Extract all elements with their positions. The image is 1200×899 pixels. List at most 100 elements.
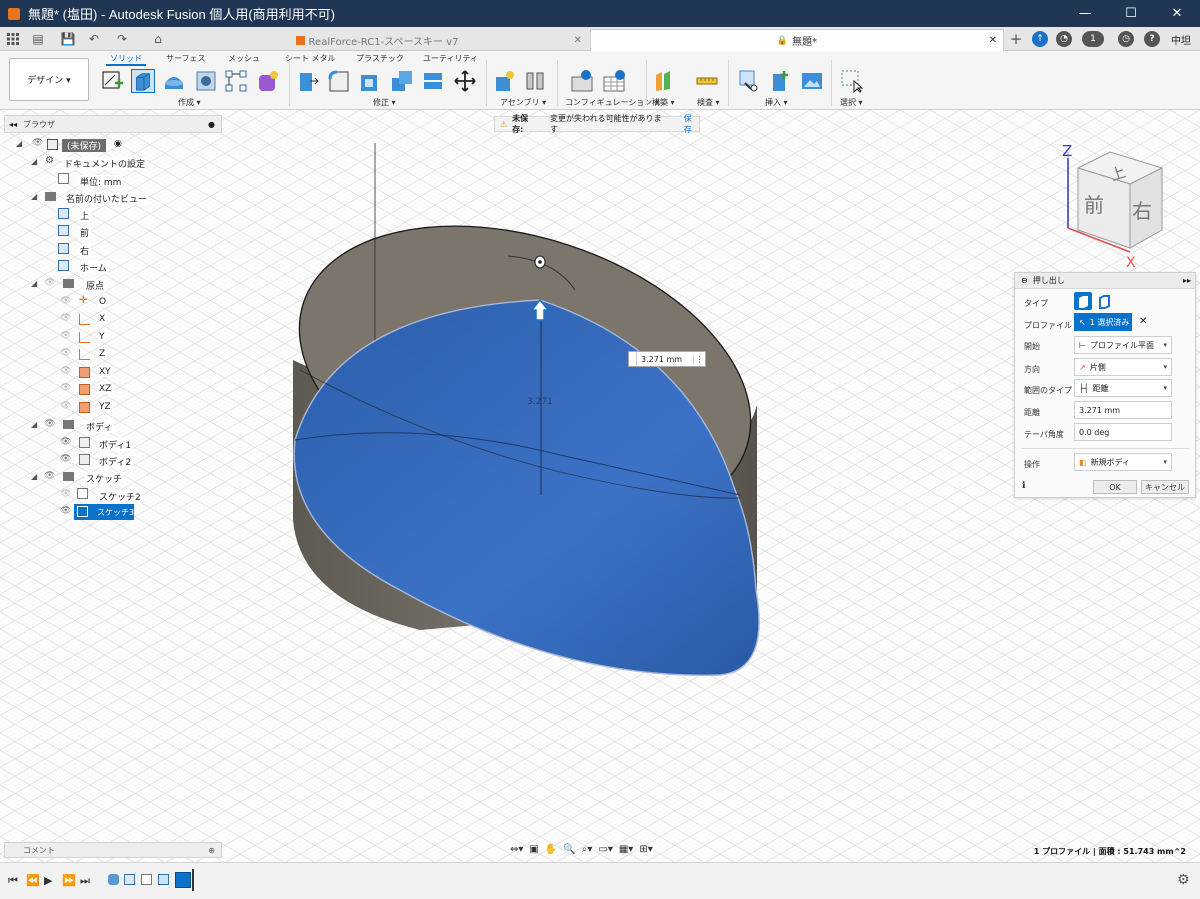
extent-type-select[interactable]: ├┤ 距離 ▾ xyxy=(1074,379,1172,397)
body-1[interactable]: ボディ1 xyxy=(97,438,134,451)
hidden-eye-icon[interactable]: 👁 xyxy=(60,348,71,358)
modify-group-label[interactable]: 修正 ▾ xyxy=(373,97,396,108)
file-menu-icon[interactable]: ▤ xyxy=(30,31,46,47)
taper-value[interactable]: 0.0 deg xyxy=(1079,428,1109,437)
configuration-table-icon[interactable] xyxy=(602,69,626,93)
doc-settings-label[interactable]: ドキュメントの設定 xyxy=(62,157,148,170)
hidden-eye-icon[interactable]: 👁 xyxy=(60,401,71,411)
timeline-feature-sketch2[interactable] xyxy=(141,874,152,885)
expand-arrow-icon[interactable]: ◢ xyxy=(31,192,37,201)
bodies-label[interactable]: ボディ xyxy=(84,420,115,433)
profile-selector[interactable]: ↖ 1 選択済み xyxy=(1074,313,1132,331)
hidden-eye-icon[interactable]: 👁 xyxy=(60,296,71,306)
extensions-icon[interactable]: ↑ xyxy=(1032,31,1048,47)
home-icon[interactable]: ⌂ xyxy=(150,31,166,47)
clear-selection-icon[interactable]: ✕ xyxy=(1139,316,1147,327)
view-front[interactable]: 前 xyxy=(78,226,92,239)
visibility-eye-icon[interactable]: 👁 xyxy=(60,454,71,464)
save-icon[interactable]: 💾 xyxy=(60,31,76,47)
tab-untitled[interactable]: 🔒 無題* ✕ xyxy=(590,29,1004,51)
job-status-icon[interactable]: ◔ xyxy=(1056,31,1072,47)
tab-realforce[interactable]: RealForce-RC1-スペースキー v7 ✕ xyxy=(166,29,588,51)
origin-y[interactable]: Y xyxy=(97,332,107,342)
origin-xz[interactable]: XZ xyxy=(97,384,114,394)
dialog-expand-icon[interactable]: ▸▸ xyxy=(1183,276,1191,285)
step-back-icon[interactable]: ⏪ xyxy=(26,874,40,887)
insert-canvas-icon[interactable] xyxy=(800,69,824,93)
hidden-eye-icon[interactable]: 👁 xyxy=(60,331,71,341)
expand-arrow-icon[interactable]: ◢ xyxy=(31,157,37,166)
save-link[interactable]: 保存 xyxy=(684,113,699,135)
activate-radio-icon[interactable]: ◉ xyxy=(114,139,122,149)
maximize-button[interactable]: ☐ xyxy=(1108,0,1154,27)
viewports-icon[interactable]: ⊞▾ xyxy=(639,844,652,855)
view-top[interactable]: 上 xyxy=(78,209,92,222)
origin-z[interactable]: Z xyxy=(97,349,108,359)
hidden-eye-icon[interactable]: 👁 xyxy=(60,383,71,393)
comments-panel-header[interactable]: コメント ⊕ xyxy=(4,842,222,858)
redo-icon[interactable]: ↷ xyxy=(114,31,130,47)
create-group-label[interactable]: 作成 ▾ xyxy=(178,97,201,108)
sketch-3[interactable]: スケッチ3 xyxy=(97,507,134,518)
close-tab-icon[interactable]: ✕ xyxy=(989,35,997,46)
grid-settings-icon[interactable]: ▦▾ xyxy=(619,844,633,855)
go-to-start-icon[interactable]: ⏮ xyxy=(8,874,18,888)
tab-utility[interactable]: ユーティリティ xyxy=(423,53,478,64)
view-home[interactable]: ホーム xyxy=(78,261,109,274)
tab-sheet-metal[interactable]: シート メタル xyxy=(285,53,336,64)
timeline-feature-sketch[interactable] xyxy=(124,874,135,885)
offset-plane-icon[interactable] xyxy=(652,69,676,93)
insert-derive-icon[interactable] xyxy=(737,69,761,93)
workspace-design-button[interactable]: デザイン ▾ xyxy=(9,58,89,101)
orbit-icon[interactable]: ⇔▾ xyxy=(510,844,523,855)
press-pull-icon[interactable] xyxy=(296,69,320,93)
visibility-eye-icon[interactable]: 👁 xyxy=(44,471,55,481)
undo-icon[interactable]: ↶ xyxy=(86,31,102,47)
kebab-menu-icon[interactable]: ⋮ xyxy=(693,354,705,364)
joint-icon[interactable] xyxy=(523,69,547,93)
type-thin-button[interactable] xyxy=(1095,292,1113,310)
distance-field[interactable]: 3.271 mm xyxy=(1074,401,1172,419)
hidden-eye-icon[interactable]: 👁 xyxy=(60,313,71,323)
minimize-button[interactable]: — xyxy=(1062,0,1108,27)
assembly-group-label[interactable]: アセンブリ ▾ xyxy=(500,97,546,108)
named-views-label[interactable]: 名前の付いたビュー xyxy=(64,192,150,205)
viewcube[interactable]: Z X 上 前 右 xyxy=(1060,140,1170,270)
tab-surface[interactable]: サーフェス xyxy=(166,53,206,64)
hidden-eye-icon[interactable]: 👁 xyxy=(60,366,71,376)
configure-icon[interactable] xyxy=(570,69,594,93)
hole-icon[interactable] xyxy=(194,69,218,93)
close-window-button[interactable]: ✕ xyxy=(1154,0,1200,27)
distance-value[interactable]: 3.271 mm xyxy=(1079,406,1120,415)
root-component-label[interactable]: (未保存) xyxy=(62,139,107,152)
taper-angle-field[interactable]: 0.0 deg xyxy=(1074,423,1172,441)
user-avatar[interactable]: 中坦 xyxy=(1168,31,1194,47)
visibility-eye-icon[interactable]: 👁 xyxy=(44,419,55,429)
ok-button[interactable]: OK xyxy=(1093,480,1137,494)
create-sketch-icon[interactable] xyxy=(101,69,125,93)
units-label[interactable]: 単位: mm xyxy=(78,175,124,188)
expand-arrow-icon[interactable]: ◢ xyxy=(16,139,22,148)
pan-icon[interactable]: ✋ xyxy=(545,844,557,855)
measure-icon[interactable] xyxy=(695,69,719,93)
operation-select[interactable]: ◧ 新規ボディ ▾ xyxy=(1074,453,1172,471)
expand-arrow-icon[interactable]: ◢ xyxy=(31,279,37,288)
close-tab-icon[interactable]: ✕ xyxy=(574,35,582,46)
origin-o[interactable]: O xyxy=(97,297,109,307)
select-icon[interactable] xyxy=(840,69,864,93)
distance-input-value[interactable]: 3.271 mm xyxy=(641,355,693,364)
display-settings-icon[interactable]: ▭▾ xyxy=(598,844,612,855)
origin-x[interactable]: X xyxy=(97,314,108,324)
timeline-settings-gear-icon[interactable]: ⚙ xyxy=(1177,872,1190,888)
tab-solid[interactable]: ソリッド xyxy=(106,53,146,66)
origin-xy[interactable]: XY xyxy=(97,367,113,377)
split-body-icon[interactable] xyxy=(421,69,445,93)
create-form-icon[interactable] xyxy=(256,69,280,93)
shell-icon[interactable] xyxy=(358,69,382,93)
new-component-icon[interactable] xyxy=(492,69,516,93)
pattern-icon[interactable] xyxy=(224,69,248,93)
type-solid-button[interactable] xyxy=(1074,292,1092,310)
info-icon[interactable]: ℹ xyxy=(1022,481,1025,491)
collapse-panel-icon[interactable]: ◂◂ xyxy=(9,120,17,129)
visibility-eye-icon[interactable]: 👁 xyxy=(60,506,71,516)
